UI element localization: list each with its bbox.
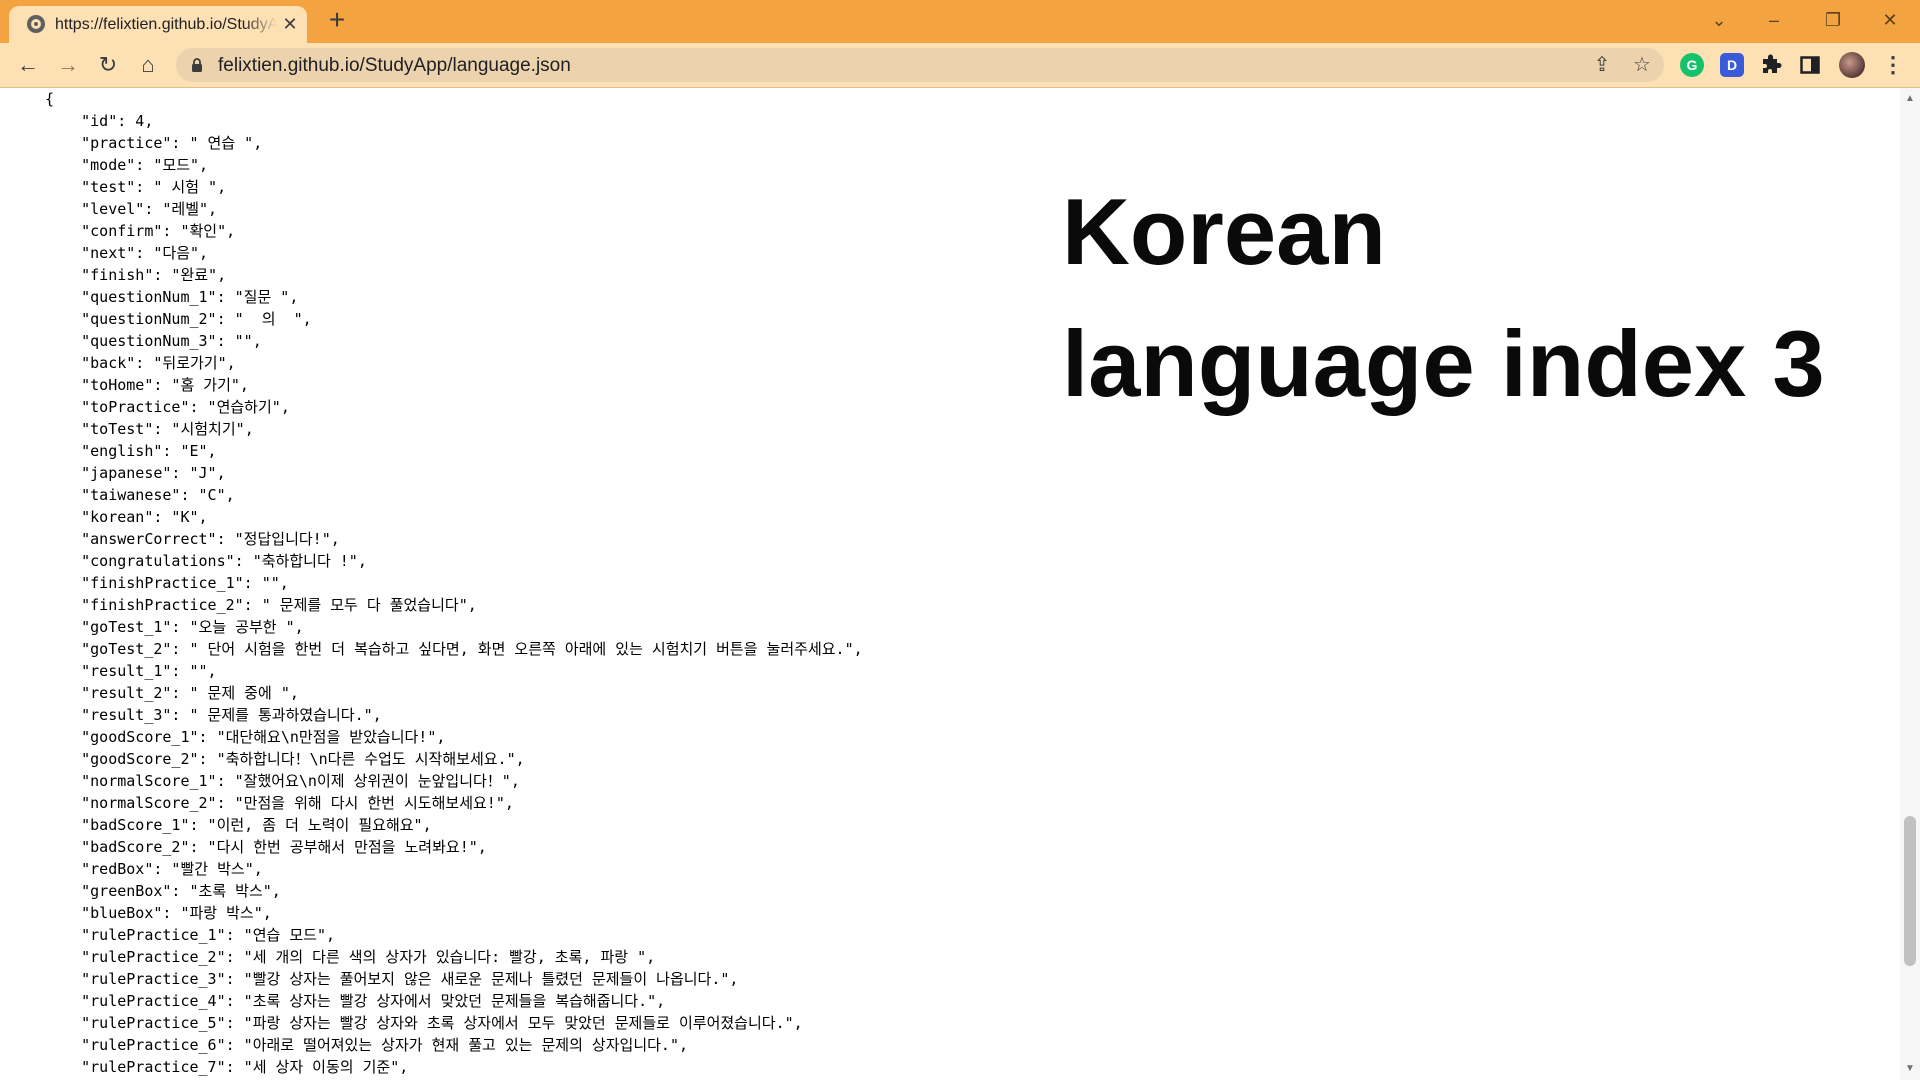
minimize-button[interactable]: – [1754, 6, 1794, 34]
tab-title: https://felixtien.github.io/StudyApp/lan… [55, 16, 277, 33]
scroll-up-icon[interactable]: ▲ [1904, 92, 1916, 106]
lock-icon [192, 58, 202, 72]
close-window-button[interactable]: ✕ [1870, 6, 1910, 34]
url-text: felixtien.github.io/StudyApp/language.js… [218, 55, 571, 76]
json-source-text: { "id": 4, "practice": " 연습 ", "mode": "… [45, 90, 863, 1076]
overlay-line-1: Korean [1062, 179, 1386, 284]
reload-button[interactable]: ↻ [92, 49, 124, 81]
extensions-puzzle-icon[interactable] [1760, 54, 1782, 76]
side-panel-icon[interactable] [1800, 55, 1820, 75]
scroll-down-icon[interactable]: ▼ [1904, 1062, 1916, 1076]
d-extension-icon[interactable]: D [1720, 53, 1744, 77]
browser-toolbar: ← → ↻ ⌂ felixtien.github.io/StudyApp/lan… [0, 43, 1920, 88]
new-tab-button[interactable]: + [322, 5, 352, 35]
home-button[interactable]: ⌂ [132, 49, 164, 81]
overlay-caption: Korean language index 3 [1062, 166, 1825, 430]
address-bar[interactable]: felixtien.github.io/StudyApp/language.js… [176, 48, 1664, 82]
bookmark-star-icon[interactable]: ☆ [1629, 52, 1655, 78]
page-content: { "id": 4, "practice": " 연습 ", "mode": "… [0, 88, 1900, 1080]
tab-strip: https://felixtien.github.io/StudyApp/lan… [0, 0, 1920, 43]
tab-search-icon[interactable]: ⌄ [1699, 6, 1739, 34]
share-icon[interactable]: ⇪ [1589, 52, 1615, 78]
close-tab-icon[interactable]: ✕ [280, 14, 300, 34]
browser-tab[interactable]: https://felixtien.github.io/StudyApp/lan… [9, 6, 307, 43]
vertical-scrollbar[interactable]: ▲ ▼ [1900, 88, 1920, 1080]
overlay-line-2: language index 3 [1062, 311, 1825, 416]
menu-icon[interactable]: ⋮ [1877, 49, 1909, 81]
globe-icon [27, 15, 45, 33]
forward-button[interactable]: → [52, 49, 84, 81]
restore-button[interactable]: ❐ [1813, 6, 1853, 34]
back-button[interactable]: ← [12, 49, 44, 81]
scrollbar-thumb[interactable] [1904, 816, 1916, 966]
profile-avatar[interactable] [1839, 52, 1865, 78]
grammarly-extension-icon[interactable]: G [1680, 53, 1704, 77]
